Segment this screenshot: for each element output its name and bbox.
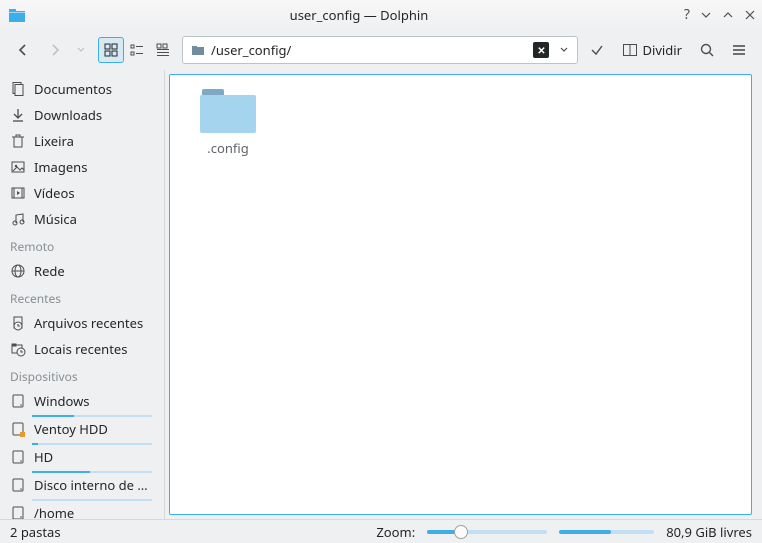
sidebar-item-disco-interno-de-1-[interactable]: Disco interno de 1… [0, 472, 164, 500]
sidebar-section: Dispositivos [0, 362, 164, 388]
back-button[interactable] [10, 37, 36, 63]
recent-files-icon [10, 315, 26, 331]
sidebar-item-label: Ventoy HDD [34, 420, 154, 438]
split-label: Dividir [642, 41, 682, 59]
help-button[interactable]: ? [684, 8, 690, 22]
sidebar-item-hd[interactable]: HD [0, 444, 164, 472]
item-count: 2 pastas [10, 523, 61, 541]
sidebar-item-label: Documentos [34, 80, 154, 98]
drive-icon [10, 449, 26, 465]
sidebar-item-locais-recentes[interactable]: Locais recentes [0, 336, 164, 362]
status-bar: 2 pastas Zoom: 80,9 GiB livres [0, 519, 762, 543]
documents-icon [10, 81, 26, 97]
zoom-slider[interactable] [427, 530, 547, 534]
file-name: .config [207, 139, 248, 157]
sidebar-item-label: Imagens [34, 158, 154, 176]
sidebar-item-label: Vídeos [34, 184, 154, 202]
images-icon [10, 159, 26, 175]
sidebar-item-v-deos[interactable]: Vídeos [0, 180, 164, 206]
sidebar-item-label: Disco interno de 1… [34, 476, 154, 494]
file-view[interactable]: .config [169, 74, 752, 515]
sidebar-item-arquivos-recentes[interactable]: Arquivos recentes [0, 310, 164, 336]
sidebar-item-label: Downloads [34, 106, 154, 124]
history-dropdown[interactable] [74, 37, 88, 63]
places-panel: Documentos Downloads Lixeira Imagens Vídeos M… [0, 70, 165, 519]
icons-view-button[interactable] [98, 37, 124, 63]
details-view-button[interactable] [150, 37, 176, 63]
clear-location-button[interactable]: ✕ [533, 42, 549, 58]
view-mode-group [98, 37, 176, 63]
compact-view-button[interactable] [124, 37, 150, 63]
sidebar-item--home[interactable]: /home [0, 500, 164, 519]
network-icon [10, 263, 26, 279]
sidebar-item-label: Windows [34, 392, 154, 410]
sidebar-item-imagens[interactable]: Imagens [0, 154, 164, 180]
confirm-button[interactable] [584, 37, 610, 63]
sidebar-item-label: Lixeira [34, 132, 154, 150]
sidebar-section: Recentes [0, 284, 164, 310]
window-controls: ? [684, 8, 756, 22]
split-icon [622, 42, 638, 58]
drive-icon [10, 477, 26, 493]
sidebar-item-label: Arquivos recentes [34, 314, 154, 332]
split-view-button[interactable]: Dividir [616, 37, 688, 63]
menu-button[interactable] [726, 37, 752, 63]
zoom-label: Zoom: [376, 523, 415, 541]
sidebar-section: Remoto [0, 232, 164, 258]
location-dropdown[interactable] [555, 45, 573, 55]
sidebar-item-downloads[interactable]: Downloads [0, 102, 164, 128]
content-wrap: .config [165, 70, 762, 519]
toolbar: /user_config/ ✕ Dividir [0, 30, 762, 70]
sidebar-item-rede[interactable]: Rede [0, 258, 164, 284]
sidebar-item-lixeira[interactable]: Lixeira [0, 128, 164, 154]
videos-icon [10, 185, 26, 201]
sidebar-item-label: Rede [34, 262, 154, 280]
main-area: Documentos Downloads Lixeira Imagens Vídeos M… [0, 70, 762, 519]
sidebar-item-label: HD [34, 448, 154, 466]
close-button[interactable] [744, 9, 756, 21]
sidebar-item-documentos[interactable]: Documentos [0, 76, 164, 102]
location-bar[interactable]: /user_config/ ✕ [182, 36, 578, 64]
forward-button[interactable] [42, 37, 68, 63]
file-item[interactable]: .config [180, 85, 276, 157]
folder-icon [200, 89, 256, 133]
minimize-button[interactable] [700, 9, 712, 21]
folder-icon [191, 43, 205, 57]
trash-icon [10, 133, 26, 149]
drive-icon [10, 505, 26, 519]
maximize-button[interactable] [722, 9, 734, 21]
sidebar-item-label: Locais recentes [34, 340, 154, 358]
disk-usage-bar [559, 530, 654, 534]
sidebar-item-label: /home [34, 504, 154, 519]
music-icon [10, 211, 26, 227]
free-space: 80,9 GiB livres [666, 523, 752, 541]
search-button[interactable] [694, 37, 720, 63]
sidebar-item-m-sica[interactable]: Música [0, 206, 164, 232]
sidebar-item-label: Música [34, 210, 154, 228]
downloads-icon [10, 107, 26, 123]
window-title: user_config — Dolphin [34, 6, 684, 24]
recent-locations-icon [10, 341, 26, 357]
sidebar-item-windows[interactable]: Windows [0, 388, 164, 416]
sidebar-item-ventoy-hdd[interactable]: Ventoy HDD [0, 416, 164, 444]
drive-icon [10, 393, 26, 409]
dolphin-app-icon [8, 6, 26, 24]
location-path: /user_config/ [211, 41, 527, 59]
drive-usb-icon [10, 421, 26, 437]
titlebar: user_config — Dolphin ? [0, 0, 762, 30]
